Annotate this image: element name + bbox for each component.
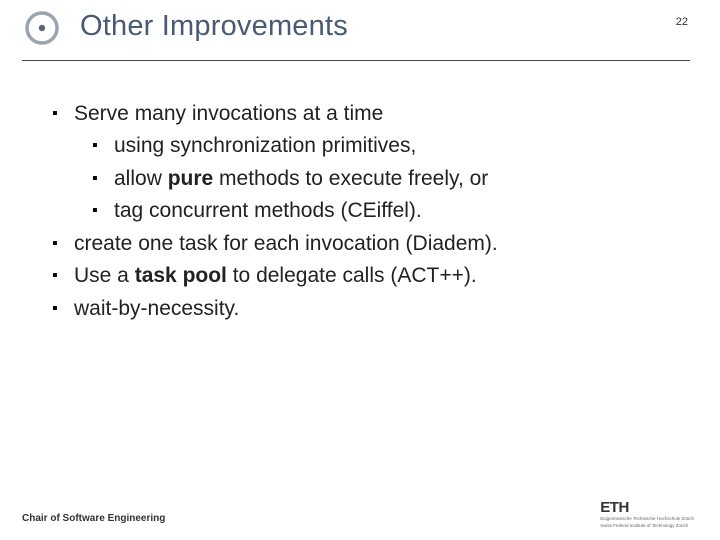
- slide-title: Other Improvements: [80, 10, 348, 43]
- bullet-item: ▪using synchronization primitives,: [52, 131, 680, 161]
- bullet-square-icon: ▪: [92, 196, 114, 226]
- bullet-square-icon: ▪: [52, 294, 74, 324]
- bullet-text: wait-by-necessity.: [74, 294, 680, 324]
- footer-chair-text: Chair of Software Engineering: [22, 513, 165, 524]
- slide-logo-icon: [24, 10, 60, 46]
- bullet-item: ▪allow pure methods to execute freely, o…: [52, 164, 680, 194]
- eth-subtitle-1: Eidgenössische Technische Hochschule Zür…: [600, 516, 694, 521]
- page-number: 22: [676, 16, 688, 28]
- bullet-square-icon: ▪: [92, 164, 114, 194]
- slide-body: ▪Serve many invocations at a time▪using …: [0, 61, 720, 324]
- bullet-square-icon: ▪: [52, 261, 74, 291]
- bullet-text: allow pure methods to execute freely, or: [114, 164, 680, 194]
- bullet-item: ▪Serve many invocations at a time: [52, 99, 680, 129]
- eth-subtitle-2: Swiss Federal Institute of Technology Zu…: [600, 523, 694, 528]
- bullet-text: create one task for each invocation (Dia…: [74, 229, 680, 259]
- bullet-text: tag concurrent methods (CEiffel).: [114, 196, 680, 226]
- bullet-item: ▪tag concurrent methods (CEiffel).: [52, 196, 680, 226]
- bullet-square-icon: ▪: [92, 131, 114, 161]
- bullet-item: ▪Use a task pool to delegate calls (ACT+…: [52, 261, 680, 291]
- bullet-text: Use a task pool to delegate calls (ACT++…: [74, 261, 680, 291]
- footer-institution-logo: ETH Eidgenössische Technische Hochschule…: [600, 500, 694, 528]
- slide-header: Other Improvements 22: [22, 0, 690, 61]
- bullet-text: Serve many invocations at a time: [74, 99, 680, 129]
- bullet-item: ▪create one task for each invocation (Di…: [52, 229, 680, 259]
- eth-logo-text: ETH: [600, 500, 694, 515]
- bullet-item: ▪wait-by-necessity.: [52, 294, 680, 324]
- bullet-text: using synchronization primitives,: [114, 131, 680, 161]
- bullet-square-icon: ▪: [52, 99, 74, 129]
- bullet-square-icon: ▪: [52, 229, 74, 259]
